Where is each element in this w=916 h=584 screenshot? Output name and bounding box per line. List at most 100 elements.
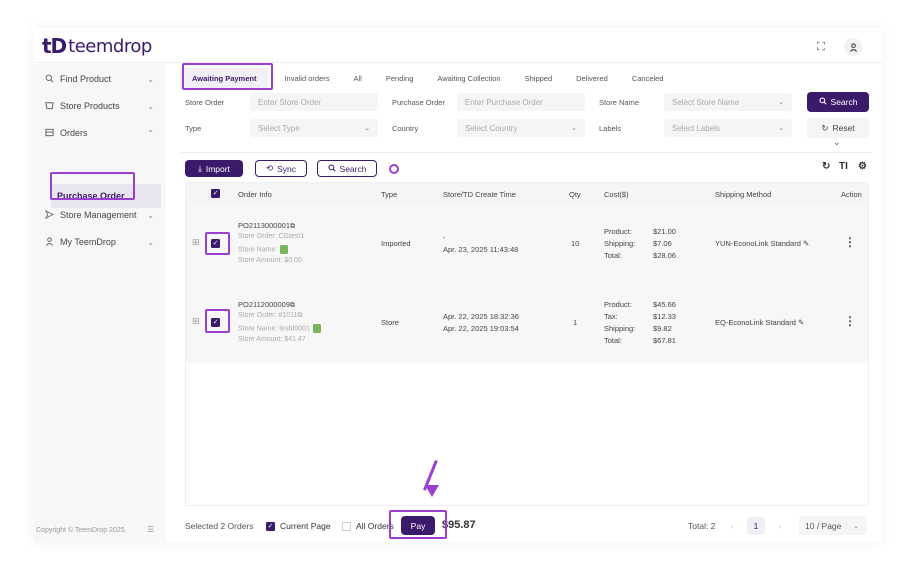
column-header: Action [841, 190, 862, 199]
column-header: Qty [569, 190, 581, 199]
user-icon[interactable] [844, 38, 862, 56]
store-order-input[interactable]: Enter Store Order [250, 93, 378, 111]
marker-circle-icon [389, 164, 399, 174]
store-order: Store Order: CGtest1 [238, 233, 305, 240]
total-count: Total: 2 [688, 521, 716, 531]
cost-labels: Product: Tax: Shipping: Total: [604, 300, 636, 345]
collapse-sidebar-icon[interactable]: ☰ [147, 525, 154, 534]
row-actions-icon[interactable]: ⋮ [844, 235, 856, 249]
expand-row-icon[interactable]: ⊞ [192, 237, 200, 248]
top-bar: tD teemdrop ⛶ [34, 28, 882, 63]
labels-label: Labels [599, 124, 622, 133]
edit-icon[interactable]: ✎ [801, 239, 809, 248]
column-header: Type [381, 190, 398, 199]
sidebar-item-find-product[interactable]: Find Product ⌄ [34, 66, 166, 92]
import-button[interactable]: ⤓ Import [185, 160, 243, 177]
text-size-icon[interactable]: TI [839, 161, 848, 172]
all-orders-checkbox[interactable] [342, 522, 351, 531]
sidebar-item-label: Find Product [60, 74, 112, 84]
country-label: Country [392, 124, 419, 133]
next-page-icon[interactable]: › [771, 517, 789, 535]
logo-mark: tD [42, 34, 67, 58]
copy-icon[interactable]: ⧉ [290, 302, 295, 309]
prev-page-icon[interactable]: ‹ [723, 517, 741, 535]
orders-icon [43, 128, 55, 139]
sidebar-item-orders[interactable]: Orders ⌃ [34, 120, 166, 146]
row-checkbox[interactable]: ✓ [211, 318, 220, 327]
chevron-down-icon: ⌄ [147, 210, 154, 220]
page-number[interactable]: 1 [747, 517, 765, 535]
edit-icon[interactable]: ✎ [796, 318, 804, 327]
order-number[interactable]: PO2112000009⧉ [238, 300, 295, 310]
logo[interactable]: tD teemdrop [42, 34, 152, 58]
table-row: ⊞ ✓ PO2113000001⧉ Store Order: CGtest1 S… [186, 205, 868, 284]
copy-icon[interactable]: ⧉ [290, 223, 295, 230]
store-amount: Store Amount: $0.00 [238, 257, 302, 264]
store-name: Store Name: [238, 245, 289, 254]
sidebar-item-label: Store Management [60, 210, 137, 220]
select-all-checkbox[interactable]: ✓ [211, 189, 220, 198]
filter-search-button[interactable]: Search [807, 92, 869, 112]
column-header: Store/TD Create Time [443, 190, 516, 199]
column-header: Shipping Method [715, 190, 772, 199]
refresh-icon[interactable]: ↻ [822, 161, 830, 172]
tab-canceled[interactable]: Canceled [620, 68, 676, 89]
sidebar: Find Product ⌄ Store Products ⌄ Orders ⌃… [34, 64, 166, 542]
search-icon [43, 74, 55, 85]
chevron-down-icon: ⌄ [853, 522, 859, 530]
sync-button[interactable]: ⟲ Sync [255, 160, 307, 177]
settings-icon[interactable]: ⚙ [858, 161, 867, 172]
expand-row-icon[interactable]: ⊞ [192, 316, 200, 327]
purchase-order-input[interactable]: Enter Purchase Order [457, 93, 585, 111]
copyright: Copyright © TeemDrop 2025. [36, 527, 127, 534]
country-select[interactable]: Select Country ⌄ [457, 119, 585, 137]
chevron-down-icon: ⌄ [147, 74, 154, 84]
toolbar-search-button[interactable]: Search [317, 160, 377, 177]
fullscreen-icon[interactable]: ⛶ [812, 38, 830, 56]
type-label: Type [185, 124, 202, 133]
shipping-method: EQ-EconoLink Standard ✎ [715, 318, 805, 327]
order-number[interactable]: PO2113000001⧉ [238, 221, 295, 231]
main-content: Awaiting Payment Invalid orders All Pend… [166, 63, 882, 542]
pay-button[interactable]: Pay [401, 516, 435, 535]
store-order-label: Store Order [185, 98, 225, 107]
current-page-label: Current Page [280, 521, 331, 531]
tab-delivered[interactable]: Delivered [564, 68, 620, 89]
tab-shipped[interactable]: Shipped [513, 68, 565, 89]
annotation-arrow-icon [425, 485, 439, 497]
tab-all[interactable]: All [342, 68, 374, 89]
chevron-down-icon: ⌄ [571, 125, 577, 132]
user-icon [43, 236, 55, 248]
current-page-checkbox[interactable]: ✓ [266, 522, 275, 531]
all-orders-label: All Orders [356, 521, 394, 531]
chevron-up-icon: ⌃ [147, 128, 154, 138]
tab-invalid-orders[interactable]: Invalid orders [272, 68, 341, 89]
sidebar-item-store-products[interactable]: Store Products ⌄ [34, 93, 166, 119]
order-type: Store [381, 318, 399, 327]
tab-awaiting-payment[interactable]: Awaiting Payment [180, 68, 269, 89]
copy-icon[interactable]: ⧉ [297, 312, 302, 319]
column-header: Cost($) [604, 190, 629, 199]
chevron-down-icon: ⌄ [778, 99, 784, 106]
tab-awaiting-collection[interactable]: Awaiting Collection [425, 68, 512, 89]
store-name-select[interactable]: Select Store Name ⌄ [664, 93, 792, 111]
store-order: Store Order: #1011⧉ [238, 312, 303, 319]
total-amount: $95.87 [442, 519, 476, 531]
type-select[interactable]: Select Type ⌄ [250, 119, 378, 137]
store-name-label: Store Name [599, 98, 640, 107]
reset-button[interactable]: ↻ Reset [807, 118, 869, 138]
page-size-select[interactable]: 10 / Page ⌄ [799, 516, 867, 535]
chevron-down-icon: ⌄ [364, 125, 370, 132]
row-actions-icon[interactable]: ⋮ [844, 314, 856, 328]
store-amount: Store Amount: $41.47 [238, 336, 306, 343]
expand-filters-icon[interactable]: ⌄ [833, 137, 841, 148]
labels-select[interactable]: Select Labels ⌄ [664, 119, 792, 137]
sidebar-item-store-management[interactable]: Store Management ⌄ [34, 202, 166, 228]
selected-count: Selected 2 Orders [185, 521, 254, 531]
tab-pending[interactable]: Pending [374, 68, 426, 89]
chevron-down-icon: ⌄ [147, 237, 154, 247]
column-header: Order Info [238, 190, 272, 199]
quantity: 10 [571, 239, 580, 248]
row-checkbox[interactable]: ✓ [211, 239, 220, 248]
sidebar-item-my-teemdrop[interactable]: My TeemDrop ⌄ [34, 229, 166, 255]
